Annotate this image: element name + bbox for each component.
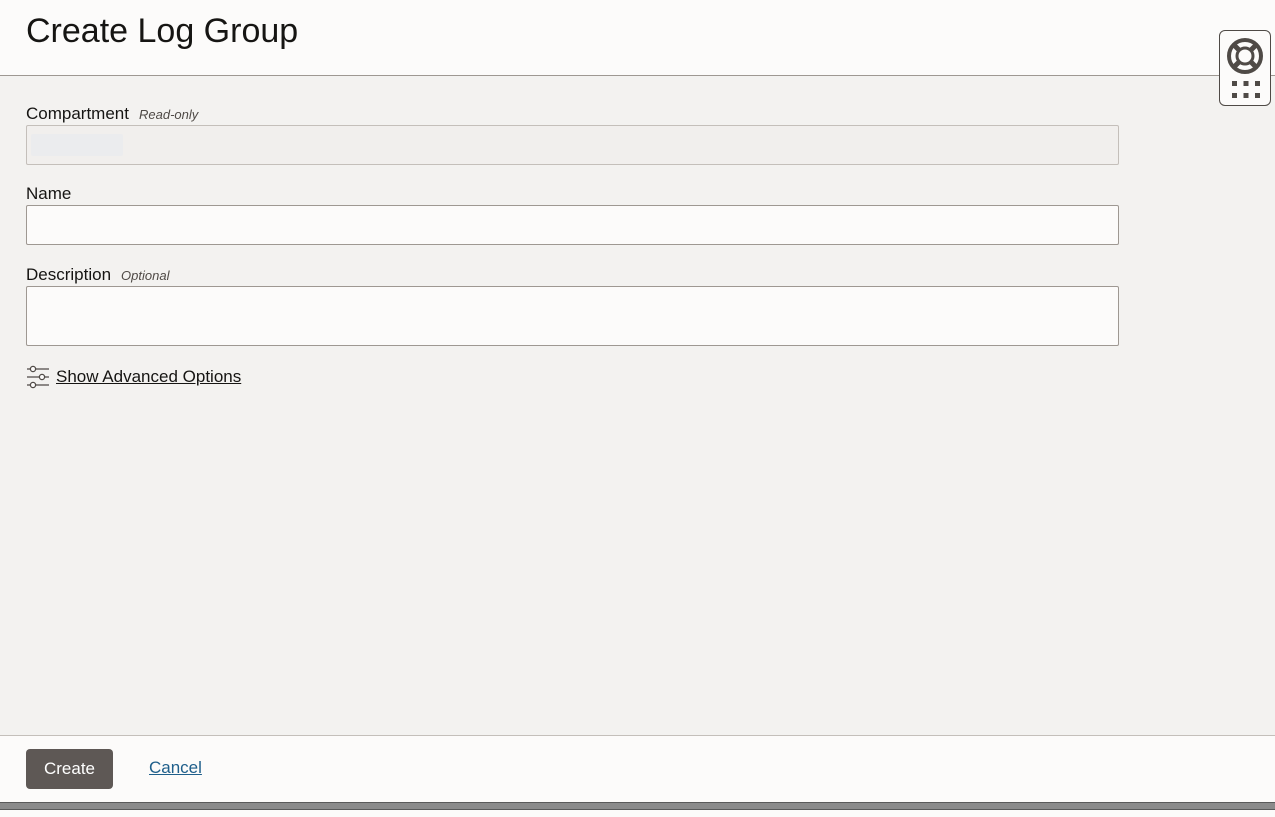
page-header: Create Log Group: [0, 0, 1275, 76]
help-widget[interactable]: [1219, 30, 1271, 106]
grid-icon[interactable]: [1232, 81, 1260, 99]
bottom-scrollbar[interactable]: [0, 802, 1275, 810]
lifebuoy-icon[interactable]: [1226, 37, 1264, 75]
page-title: Create Log Group: [26, 12, 299, 50]
compartment-field: [26, 125, 1119, 165]
show-advanced-options-label[interactable]: Show Advanced Options: [56, 367, 241, 387]
footer: Create Cancel: [0, 735, 1275, 803]
create-button[interactable]: Create: [26, 749, 113, 789]
bottom-strip: [0, 810, 1275, 817]
compartment-label-text: Compartment: [26, 104, 129, 123]
compartment-label: Compartment Read-only: [26, 104, 198, 125]
compartment-value: [31, 134, 123, 156]
name-label: Name: [26, 184, 72, 203]
name-input[interactable]: [26, 205, 1119, 245]
description-input[interactable]: [26, 286, 1119, 346]
cancel-link[interactable]: Cancel: [149, 758, 202, 778]
description-label: Description Optional: [26, 265, 169, 286]
compartment-hint: Read-only: [138, 107, 199, 122]
description-hint: Optional: [121, 268, 170, 283]
sliders-icon: [27, 365, 49, 389]
description-label-text: Description: [26, 265, 112, 284]
show-advanced-options-link[interactable]: Show Advanced Options: [26, 365, 241, 389]
